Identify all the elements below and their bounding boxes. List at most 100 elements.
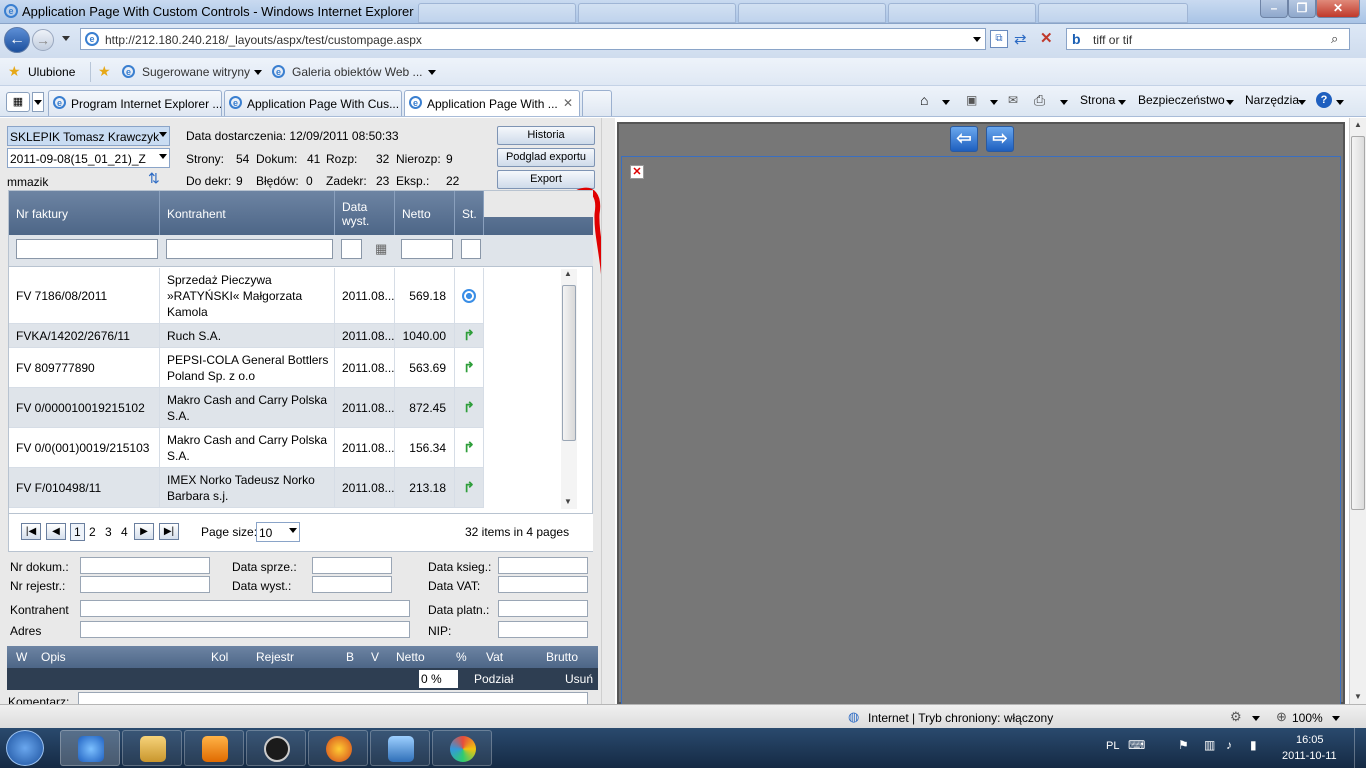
grid-scrollbar[interactable]: ▲ ▼	[561, 269, 577, 509]
add-favorite-icon[interactable]: ★	[98, 63, 111, 80]
column-netto[interactable]: Netto	[395, 191, 455, 235]
home-dropdown-icon[interactable]	[942, 100, 950, 105]
scroll-down-icon[interactable]: ▼	[1354, 692, 1362, 701]
home-icon[interactable]: ⌂	[920, 92, 928, 108]
table-row[interactable]: FV 0/000010019215102 Makro Cash and Carr…	[9, 388, 484, 428]
search-input[interactable]: b tiff or tif ⌕	[1066, 28, 1350, 50]
column-w[interactable]: W	[16, 650, 27, 664]
export-preview-button[interactable]: Podglad exportu	[497, 148, 595, 167]
taskbar-media-player[interactable]	[184, 730, 244, 766]
show-desktop-button[interactable]	[1354, 728, 1366, 768]
close-window-button[interactable]: ✕	[1316, 0, 1360, 18]
stop-icon[interactable]: ✕	[1040, 29, 1053, 47]
scroll-thumb[interactable]	[1351, 136, 1365, 510]
page-4-link[interactable]: 4	[121, 525, 128, 539]
filter-data-wyst[interactable]	[341, 239, 362, 259]
scroll-thumb[interactable]	[562, 285, 576, 441]
tray-icon[interactable]: ▮	[1250, 738, 1257, 752]
table-row[interactable]: FV 7186/08/2011 Sprzedaż Pieczywa »RATYŃ…	[9, 268, 484, 324]
back-button[interactable]: ←	[4, 27, 30, 53]
start-button[interactable]	[6, 730, 44, 766]
last-page-button[interactable]: ▶|	[159, 523, 179, 540]
column-percent[interactable]: %	[456, 650, 467, 664]
column-brutto[interactable]: Brutto	[546, 650, 578, 664]
filter-netto[interactable]	[401, 239, 453, 259]
language-indicator[interactable]: PL	[1106, 740, 1119, 752]
refresh-icon[interactable]: ⇄	[1014, 30, 1027, 48]
table-row[interactable]: FVKA/14202/2676/11 Ruch S.A. 2011.08....…	[9, 324, 484, 348]
column-v[interactable]: V	[371, 650, 379, 664]
column-status[interactable]: St.	[455, 191, 484, 235]
table-row[interactable]: FV 809777890 PEPSI-COLA General Bottlers…	[9, 348, 484, 388]
forward-button[interactable]: →	[32, 29, 54, 51]
page-2-link[interactable]: 2	[89, 525, 96, 539]
radio-selected-icon[interactable]	[462, 288, 476, 303]
batch-select[interactable]: 2011-09-08(15_01_21)_Z	[7, 148, 170, 168]
calendar-icon[interactable]: ▦	[375, 241, 387, 257]
protected-mode-dropdown-icon[interactable]	[1252, 716, 1260, 721]
next-page-arrow-button[interactable]: ⇨	[986, 126, 1014, 152]
network-icon[interactable]: ▥	[1204, 738, 1215, 752]
delete-button[interactable]: Usuń	[565, 672, 593, 686]
column-vat[interactable]: Vat	[486, 650, 503, 664]
shop-select[interactable]: SKLEPIK Tomasz Krawczyk	[7, 126, 170, 146]
clock-date[interactable]: 2011-10-11	[1282, 750, 1337, 762]
print-icon[interactable]: ⎙	[1034, 92, 1045, 109]
compatibility-icon[interactable]: ⧉	[990, 30, 1008, 48]
taskbar-hp[interactable]	[246, 730, 306, 766]
web-gallery-dropdown-icon[interactable]	[428, 70, 436, 75]
column-kontrahent[interactable]: Kontrahent	[160, 191, 335, 235]
data-sprze-input[interactable]	[312, 557, 392, 574]
address-dropdown-icon[interactable]	[973, 37, 981, 42]
protected-mode-icon[interactable]: ⚙	[1230, 709, 1242, 725]
page-menu[interactable]: Strona	[1080, 93, 1115, 107]
first-page-button[interactable]: |◀	[21, 523, 41, 540]
filter-nr-faktury[interactable]	[16, 239, 158, 259]
tools-menu[interactable]: Narzędzia	[1245, 93, 1299, 107]
page-1-link[interactable]: 1	[70, 523, 85, 541]
security-zone-text[interactable]: Internet | Tryb chroniony: włączony	[868, 711, 1053, 725]
restore-button[interactable]: ❐	[1288, 0, 1316, 18]
column-netto[interactable]: Netto	[396, 650, 425, 664]
percent-input[interactable]: 0 %	[419, 670, 458, 688]
prev-page-button[interactable]: ◀	[46, 523, 66, 540]
action-center-icon[interactable]: ⚑	[1178, 738, 1189, 752]
kontrahent-input[interactable]	[80, 600, 410, 617]
taskbar-paint[interactable]	[432, 730, 492, 766]
column-b[interactable]: B	[346, 650, 354, 664]
column-rejestr[interactable]: Rejestr	[256, 650, 294, 664]
taskbar-explorer[interactable]	[122, 730, 182, 766]
safety-menu[interactable]: Bezpieczeństwo	[1138, 93, 1225, 107]
column-data-wyst[interactable]: Data wyst.	[335, 191, 395, 235]
web-gallery-link[interactable]: Galeria obiektów Web ...	[292, 65, 423, 79]
komentarz-input[interactable]	[78, 692, 588, 704]
tab-program-ie[interactable]: e Program Internet Explorer ...	[48, 90, 222, 116]
feeds-icon[interactable]: ▣	[966, 93, 977, 107]
help-icon[interactable]: ?	[1316, 92, 1332, 108]
refresh-icon[interactable]: ⇅	[148, 170, 160, 187]
nr-rejestr-input[interactable]	[80, 576, 210, 593]
print-dropdown-icon[interactable]	[1060, 100, 1068, 105]
previous-page-arrow-button[interactable]: ⇦	[950, 126, 978, 152]
tab-list-button[interactable]	[32, 92, 44, 112]
column-opis[interactable]: Opis	[41, 650, 66, 664]
nr-dokum-input[interactable]	[80, 557, 210, 574]
search-icon[interactable]: ⌕	[1331, 31, 1338, 47]
scroll-down-icon[interactable]: ▼	[564, 497, 572, 506]
address-input[interactable]: e http://212.180.240.218/_layouts/aspx/t…	[80, 28, 986, 50]
taskbar-firefox[interactable]	[308, 730, 368, 766]
taskbar-ie[interactable]	[60, 730, 120, 766]
quick-tabs-icon[interactable]: ▦	[6, 92, 30, 112]
split-button[interactable]: Podział	[474, 672, 513, 686]
keyboard-icon[interactable]: ⌨	[1128, 738, 1145, 752]
pane-splitter[interactable]	[601, 118, 615, 704]
taskbar-remote-desktop[interactable]	[370, 730, 430, 766]
page-3-link[interactable]: 3	[105, 525, 112, 539]
adres-input[interactable]	[80, 621, 410, 638]
volume-icon[interactable]: ♪	[1226, 738, 1232, 752]
new-tab-button[interactable]	[582, 90, 612, 116]
clock-time[interactable]: 16:05	[1296, 734, 1324, 746]
filter-status[interactable]	[461, 239, 481, 259]
zoom-dropdown-icon[interactable]	[1332, 716, 1340, 721]
close-tab-icon[interactable]: ✕	[563, 96, 573, 110]
